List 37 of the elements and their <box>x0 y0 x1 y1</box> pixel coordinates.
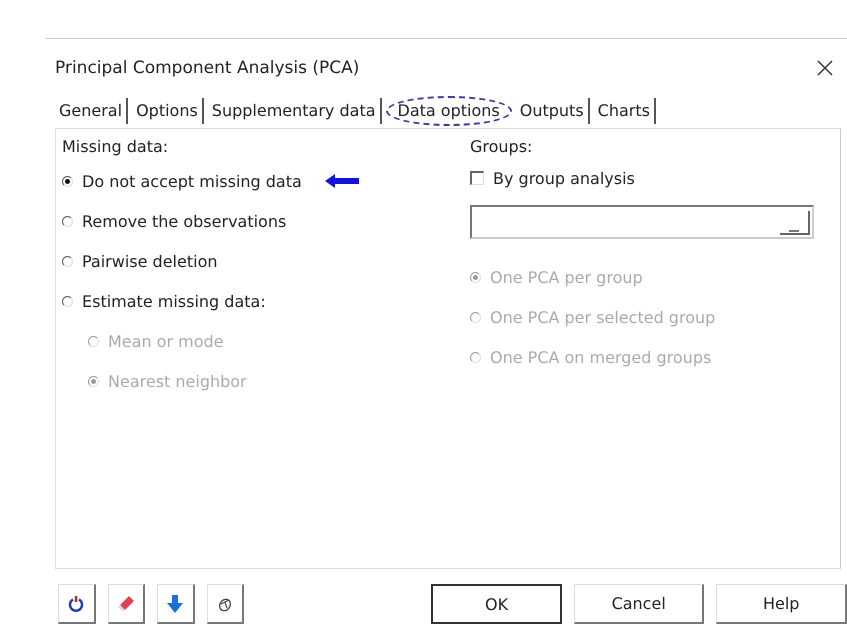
select-button[interactable] <box>206 584 244 624</box>
radio-label: Mean or mode <box>108 332 224 350</box>
refresh-icon <box>68 596 84 612</box>
down-button[interactable] <box>157 584 195 624</box>
radio-label: One PCA on merged groups <box>490 348 712 366</box>
tab[interactable]: Supplementary data <box>208 98 382 124</box>
tab[interactable]: Outputs <box>516 98 590 124</box>
close-icon[interactable] <box>817 60 833 76</box>
tab[interactable]: Options <box>132 98 204 124</box>
tab[interactable]: General <box>55 98 128 124</box>
radio-button[interactable] <box>62 176 73 186</box>
tab[interactable]: Charts <box>594 98 656 124</box>
checkbox-label: By group analysis <box>493 168 635 188</box>
radio-label: One PCA per selected group <box>490 308 716 326</box>
dialog-button[interactable]: Cancel <box>574 584 704 624</box>
radio-label: Nearest neighbor <box>108 372 247 390</box>
eraser-icon <box>116 594 135 612</box>
radio-button[interactable] <box>62 256 73 266</box>
down-arrow-icon <box>167 594 184 612</box>
dialog-button[interactable]: Help <box>716 584 847 624</box>
input-field[interactable] <box>470 205 814 239</box>
section-label: Missing data: <box>62 136 170 158</box>
dialog-button[interactable]: OK <box>431 584 562 624</box>
clear-button[interactable] <box>108 584 146 624</box>
radio-button[interactable] <box>62 296 73 306</box>
window-title: Principal Component Analysis (PCA) <box>55 58 360 78</box>
radio-label: Estimate missing data: <box>82 292 266 310</box>
checkbox[interactable] <box>470 171 484 185</box>
radio-button[interactable] <box>62 216 73 226</box>
radio-label: One PCA per group <box>490 268 643 286</box>
arrow-icon <box>324 174 359 188</box>
radio-label: Do not accept missing data <box>82 172 302 190</box>
radio-label: Remove the observations <box>82 212 286 230</box>
tab[interactable]: Data options <box>386 96 512 126</box>
section-label: Groups: <box>470 136 534 158</box>
reset-button[interactable] <box>58 584 96 624</box>
radio-label: Pairwise deletion <box>82 252 218 270</box>
